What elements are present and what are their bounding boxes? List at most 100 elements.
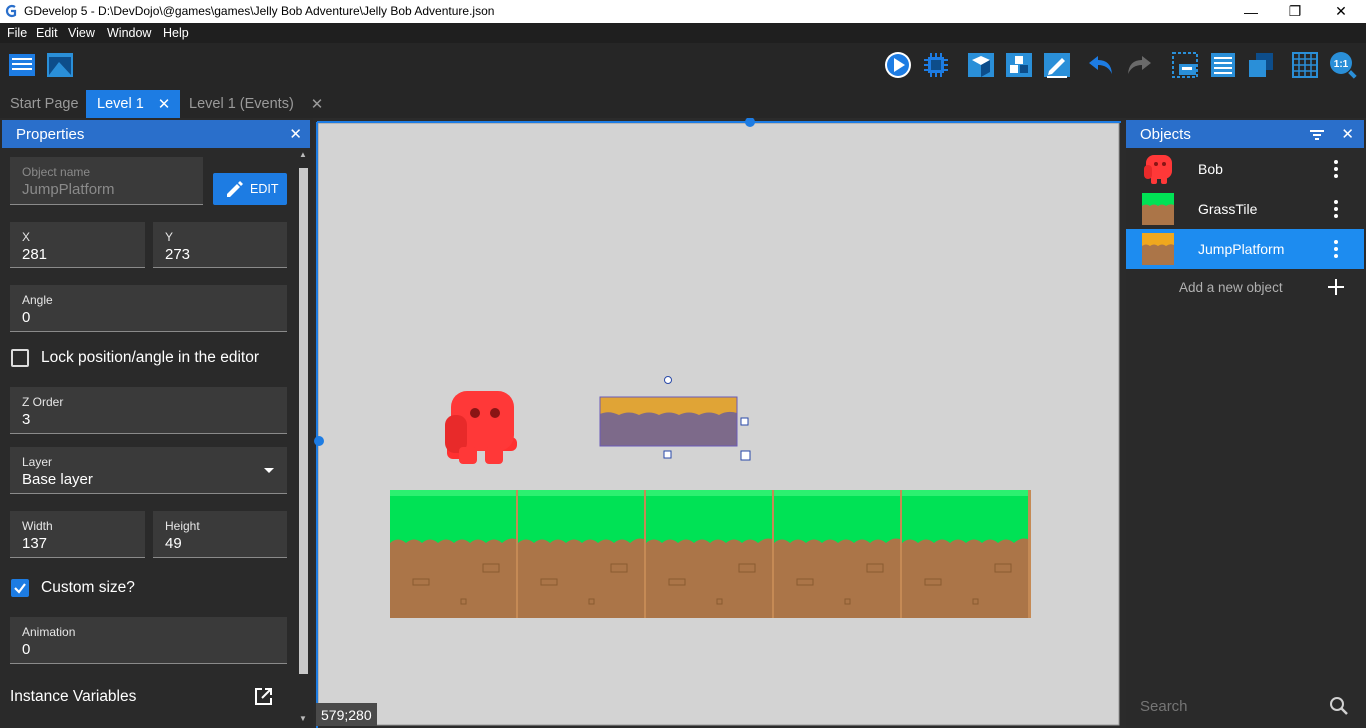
bob-thumbnail-icon (1144, 155, 1172, 184)
object-item-jumpplatform[interactable]: JumpPlatform (1126, 229, 1364, 269)
close-icon: ✕ (1335, 3, 1347, 19)
layers-icon[interactable] (1170, 50, 1200, 80)
field-value: 273 (165, 246, 191, 263)
resize-handle-corner[interactable] (740, 450, 751, 461)
menu-help[interactable]: Help (163, 26, 189, 40)
scene-canvas[interactable] (313, 118, 1126, 728)
object-name-field[interactable]: Object name JumpPlatform (10, 157, 203, 205)
more-vert-icon[interactable] (1333, 159, 1339, 179)
search-input[interactable] (1140, 694, 1320, 718)
close-icon[interactable]: ✕ (289, 125, 302, 143)
field-label: Height (165, 519, 200, 533)
more-vert-icon[interactable] (1333, 239, 1339, 259)
field-value: Base layer (22, 471, 93, 488)
menu-file[interactable]: File (7, 26, 27, 40)
layout-icon[interactable] (1246, 50, 1276, 80)
object-item-grasstile[interactable]: GrassTile (1126, 189, 1364, 229)
instances-list-icon[interactable] (1208, 50, 1238, 80)
preview-play-icon[interactable] (883, 50, 913, 80)
panel-title: Objects (1140, 125, 1191, 143)
lock-position-checkbox[interactable] (11, 349, 29, 367)
resize-handle-right[interactable] (740, 417, 749, 426)
scroll-down-arrow-icon[interactable]: ▼ (299, 714, 307, 723)
field-value: JumpPlatform (22, 181, 115, 198)
field-value: 137 (22, 535, 48, 552)
checkmark-icon (14, 583, 26, 594)
layer-select[interactable]: Layer Base layer (10, 447, 287, 494)
panel-title: Properties (16, 125, 85, 143)
field-value: 3 (22, 411, 31, 428)
minimize-button[interactable]: — (1228, 0, 1274, 23)
menu-view[interactable]: View (68, 26, 95, 40)
add-new-object-button[interactable]: Add a new object (1126, 269, 1364, 305)
width-field[interactable]: Width 137 (10, 511, 145, 558)
menu-window[interactable]: Window (107, 26, 151, 40)
project-manager-icon[interactable] (7, 50, 37, 80)
close-icon[interactable]: ✕ (1341, 125, 1354, 143)
open-external-icon[interactable] (254, 687, 273, 706)
close-tab-icon[interactable]: ✕ (311, 95, 324, 113)
angle-field[interactable]: Angle 0 (10, 285, 287, 332)
object-search-bar[interactable] (1126, 686, 1364, 726)
objects-groups-icon[interactable] (1004, 50, 1034, 80)
tab-level-1[interactable]: Level 1 ✕ (86, 90, 180, 118)
restore-button[interactable]: ❐ (1272, 0, 1318, 23)
z-order-field[interactable]: Z Order 3 (10, 387, 287, 434)
tab-label: Level 1 (Events) (189, 96, 294, 112)
grid-icon[interactable] (1290, 50, 1320, 80)
scroll-up-arrow-icon[interactable]: ▲ (299, 150, 307, 159)
x-field[interactable]: X 281 (10, 222, 145, 268)
grasstile-instance[interactable] (646, 490, 775, 618)
menu-edit[interactable]: Edit (36, 26, 58, 40)
height-field[interactable]: Height 49 (153, 511, 287, 558)
grass-tiles-row[interactable] (390, 490, 1031, 618)
object-item-bob[interactable]: Bob (1126, 149, 1364, 189)
resize-handle-left[interactable] (314, 436, 324, 446)
properties-edit-icon[interactable] (1042, 50, 1072, 80)
zoom-reset-icon[interactable]: 1:1 (1328, 50, 1358, 80)
scene-icon[interactable] (45, 50, 75, 80)
restore-icon: ❐ (1288, 3, 1302, 19)
more-vert-icon[interactable] (1333, 199, 1339, 219)
resize-handle-bottom[interactable] (663, 450, 672, 459)
rotate-handle[interactable] (664, 376, 672, 384)
close-window-button[interactable]: ✕ (1318, 0, 1364, 23)
grasstile-instance[interactable] (774, 490, 903, 618)
field-label: Z Order (22, 395, 64, 409)
field-value: 281 (22, 246, 48, 263)
tab-start-page[interactable]: Start Page (0, 90, 86, 118)
grasstile-instance[interactable] (902, 490, 1031, 618)
object-name: GrassTile (1198, 201, 1258, 217)
undo-icon[interactable] (1086, 50, 1116, 80)
tab-level-1-events[interactable]: Level 1 (Events) ✕ (180, 90, 330, 118)
object-name: Bob (1198, 161, 1223, 177)
field-label: Layer (22, 455, 53, 469)
toolbar: 1:1 (0, 43, 1366, 90)
edit-object-button[interactable]: EDIT (213, 173, 287, 205)
debug-icon[interactable] (921, 50, 951, 80)
properties-scrollbar[interactable]: ▲ ▼ (297, 148, 310, 728)
grasstile-instance[interactable] (390, 490, 519, 618)
field-label: Y (165, 230, 174, 244)
field-label: Object name (22, 165, 91, 179)
animation-field[interactable]: Animation 0 (10, 617, 287, 664)
y-field[interactable]: Y 273 (153, 222, 287, 268)
field-value: 0 (22, 641, 31, 658)
cursor-coordinates: 579;280 (316, 703, 377, 726)
field-value: 49 (165, 535, 182, 552)
close-tab-icon[interactable]: ✕ (158, 95, 171, 113)
title-bar: GDevelop 5 - D:\DevDojo\@games\games\Jel… (0, 0, 1366, 23)
redo-icon[interactable] (1124, 50, 1154, 80)
object-name: JumpPlatform (1198, 241, 1285, 257)
grasstile-instance[interactable] (518, 490, 647, 618)
properties-header: Properties ✕ (2, 118, 310, 148)
search-icon[interactable] (1329, 696, 1349, 716)
field-value: 0 (22, 309, 31, 326)
open-instances-icon[interactable] (966, 50, 996, 80)
scene-editor[interactable]: 579;280 (313, 118, 1126, 728)
filter-icon[interactable] (1310, 129, 1324, 141)
custom-size-checkbox[interactable] (11, 579, 29, 597)
properties-panel: Properties ✕ Object name JumpPlatform ED… (0, 118, 313, 728)
jumpplatform-instance[interactable] (599, 396, 738, 447)
scrollbar-thumb[interactable] (299, 168, 308, 674)
